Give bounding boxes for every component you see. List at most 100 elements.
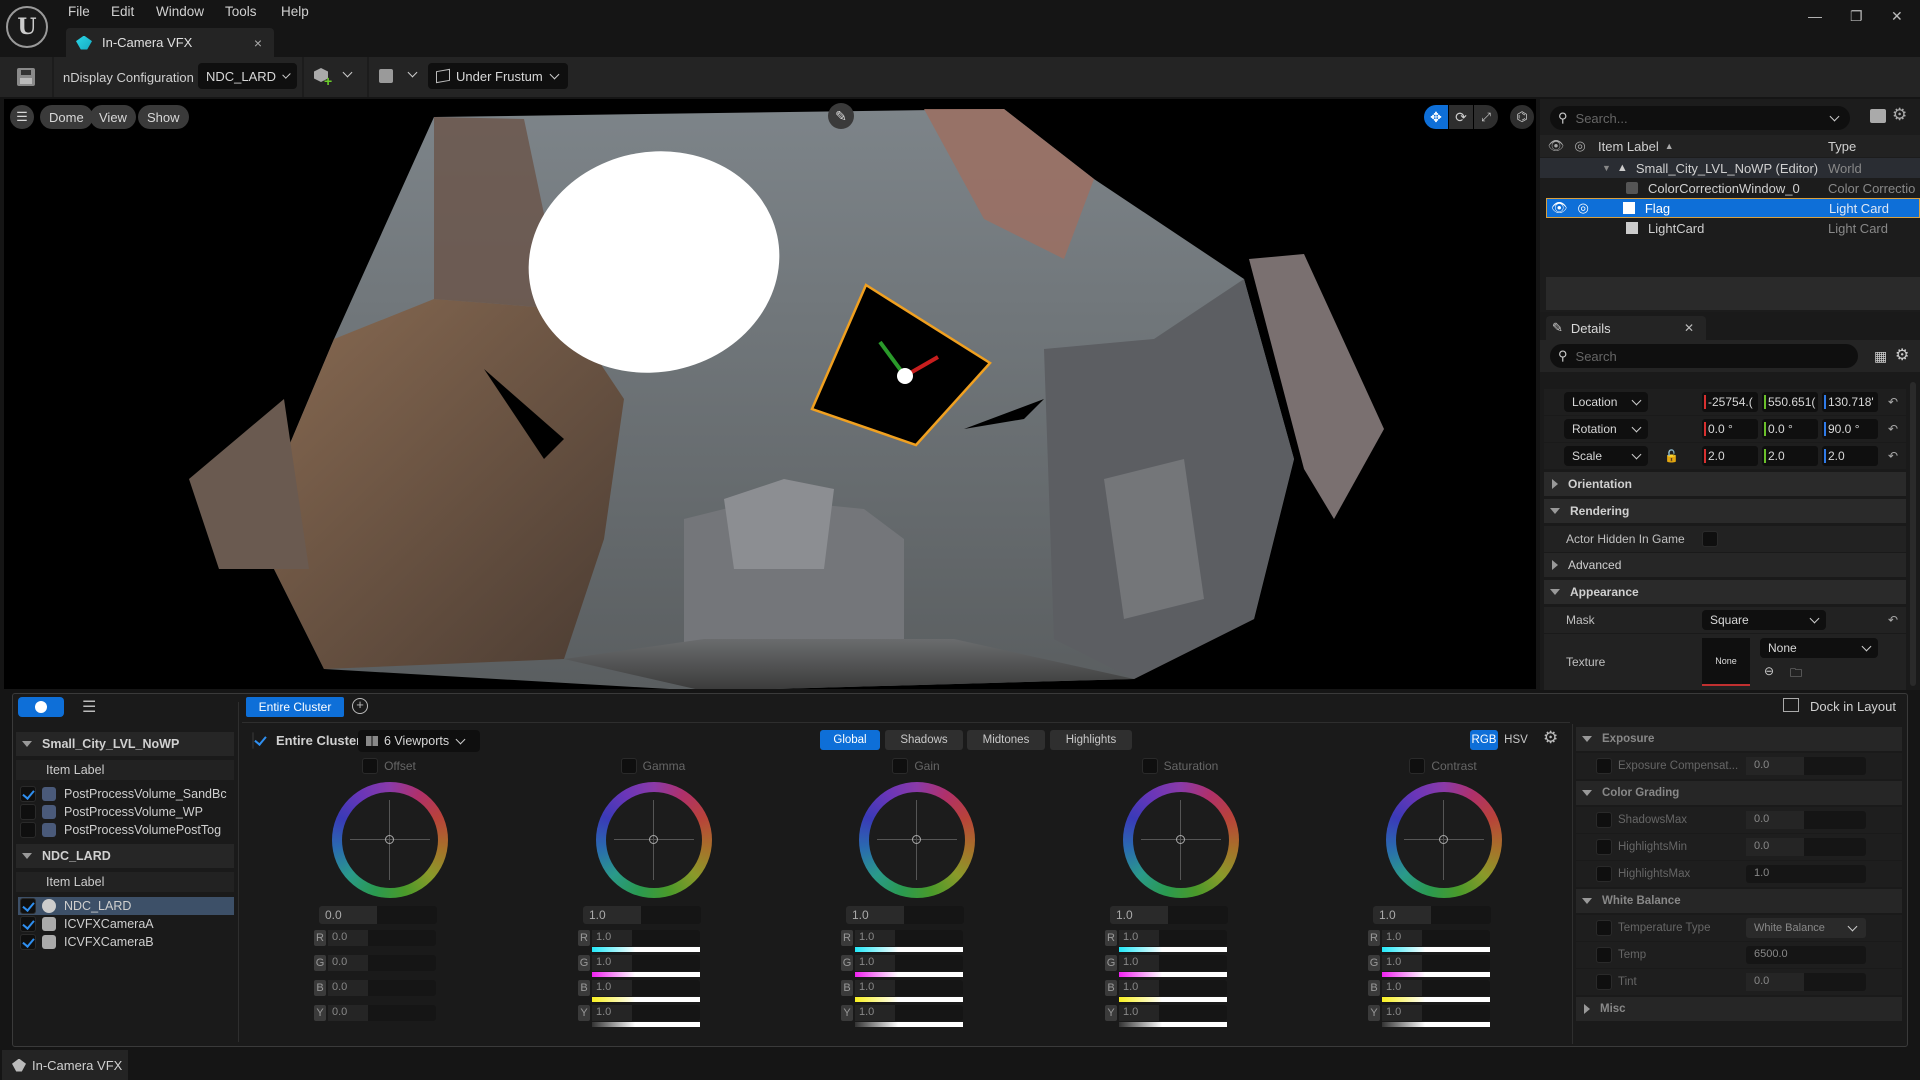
channel-g-gradient-slider[interactable] <box>592 972 700 977</box>
list-item[interactable]: ICVFXCameraA <box>18 915 234 933</box>
menu-edit[interactable]: Edit <box>111 4 134 19</box>
channel-b-gradient-slider[interactable] <box>1119 997 1227 1002</box>
channel-y-gradient-slider[interactable] <box>1382 1022 1490 1027</box>
item-checkbox[interactable] <box>20 786 36 802</box>
list-item[interactable]: PostProcessVolume_SandBc <box>18 785 234 803</box>
item-checkbox[interactable] <box>20 822 36 838</box>
wheel-master-value-field[interactable]: 0.0 <box>319 906 437 924</box>
channel-b-gradient-slider[interactable] <box>855 997 963 1002</box>
details-tab[interactable]: ✎ Details ✕ <box>1546 316 1706 340</box>
channel-r-field[interactable]: 1.0 <box>855 930 963 946</box>
color-wheel-ring[interactable] <box>596 782 712 898</box>
exposure-section-header[interactable]: Exposure <box>1576 727 1902 751</box>
menu-tools[interactable]: Tools <box>225 4 257 19</box>
details-mode-button[interactable]: ☰ <box>82 697 96 717</box>
settings-gear-icon[interactable]: ⚙ <box>1892 105 1907 125</box>
override-checkbox[interactable] <box>1596 866 1612 882</box>
add-folder-icon[interactable] <box>1870 109 1886 123</box>
highlights-max-field[interactable]: 1.0 <box>1746 865 1866 883</box>
override-checkbox[interactable] <box>1596 839 1612 855</box>
rotation-x-field[interactable]: 0.0 ° <box>1702 419 1758 439</box>
game-visibility-icon[interactable]: ◎ <box>1568 138 1592 154</box>
draw-tool-button[interactable]: ✎ <box>828 103 854 129</box>
channel-r-field[interactable]: 1.0 <box>1119 930 1227 946</box>
range-tab-global[interactable]: Global <box>820 730 880 750</box>
item-checkbox[interactable] <box>20 934 36 950</box>
collapse-arrow-icon[interactable]: ▼ <box>1602 163 1611 173</box>
channel-r-gradient-slider[interactable] <box>592 947 700 952</box>
rgb-mode-button[interactable]: RGB <box>1470 730 1498 750</box>
reset-arrow-icon[interactable]: ↶ <box>1888 422 1898 436</box>
save-icon[interactable] <box>17 68 35 86</box>
menu-file[interactable]: File <box>68 4 90 19</box>
outliner-row-selected[interactable]: 👁 ◎ Flag Light Card <box>1546 198 1920 218</box>
settings-gear-icon[interactable]: ⚙ <box>1543 728 1558 748</box>
status-tab[interactable]: In-Camera VFX <box>2 1050 128 1080</box>
outliner-row[interactable]: ▼ ▲ Small_City_LVL_NoWP (Editor) World <box>1540 158 1920 178</box>
wheel-master-value-field[interactable]: 1.0 <box>1373 906 1491 924</box>
override-checkbox[interactable] <box>1596 758 1612 774</box>
channel-r-gradient-slider[interactable] <box>855 947 963 952</box>
channel-y-field[interactable]: 1.0 <box>855 1005 963 1021</box>
channel-b-gradient-slider[interactable] <box>592 997 700 1002</box>
tint-field[interactable]: 0.0 <box>1746 973 1866 991</box>
location-y-field[interactable]: 550.651( <box>1762 392 1818 412</box>
item-label-column-header[interactable]: Item Label <box>46 763 104 777</box>
rotation-type-dropdown[interactable]: Rotation <box>1564 419 1648 439</box>
color-wheel-ring[interactable] <box>859 782 975 898</box>
reset-arrow-icon[interactable]: ↶ <box>1888 395 1898 409</box>
channel-r-gradient-slider[interactable] <box>1382 947 1490 952</box>
channel-b-field[interactable]: 1.0 <box>855 980 963 996</box>
override-checkbox[interactable] <box>1596 947 1612 963</box>
override-checkbox[interactable] <box>1141 758 1158 774</box>
reset-arrow-icon[interactable]: ↶ <box>1888 613 1898 627</box>
rendering-section-header[interactable]: Rendering <box>1544 499 1906 523</box>
override-checkbox[interactable] <box>1596 812 1612 828</box>
entire-cluster-checkbox[interactable] <box>252 732 254 749</box>
override-checkbox[interactable] <box>1409 758 1426 774</box>
temp-field[interactable]: 6500.0 <box>1746 946 1866 964</box>
location-z-field[interactable]: 130.718' <box>1822 392 1878 412</box>
view-menu-button[interactable]: View <box>90 105 136 129</box>
temperature-type-dropdown[interactable]: White Balance <box>1746 918 1866 938</box>
wheel-handle[interactable] <box>1176 835 1185 844</box>
close-window-button[interactable]: ✕ <box>1891 8 1903 25</box>
show-menu-button[interactable]: Show <box>138 105 189 129</box>
unreal-logo[interactable]: U <box>6 6 48 48</box>
wheel-master-value-field[interactable]: 1.0 <box>846 906 964 924</box>
use-selected-asset-icon[interactable]: ⊖ <box>1764 664 1774 678</box>
translate-mode-button[interactable]: ✥ <box>1424 105 1448 129</box>
location-type-dropdown[interactable]: Location <box>1564 392 1648 412</box>
outliner-row[interactable]: ColorCorrectionWindow_0 Color Correctio <box>1540 178 1920 198</box>
item-checkbox[interactable] <box>20 916 36 932</box>
channel-r-gradient-slider[interactable] <box>1119 947 1227 952</box>
dock-in-layout-button[interactable]: Dock in Layout <box>1810 699 1896 714</box>
list-item[interactable]: PostProcessVolume_WP <box>18 803 234 821</box>
details-scrollbar[interactable] <box>1910 382 1916 686</box>
color-wheel-ring[interactable] <box>1123 782 1239 898</box>
game-visibility-icon[interactable]: ◎ <box>1578 200 1589 216</box>
property-matrix-icon[interactable]: ▦ <box>1874 348 1887 365</box>
channel-y-field[interactable]: 1.0 <box>1119 1005 1227 1021</box>
appearance-section-header[interactable]: Appearance <box>1544 580 1906 604</box>
color-grading-section-header[interactable]: Color Grading <box>1576 781 1902 805</box>
color-grading-mode-button[interactable] <box>18 697 64 717</box>
visibility-eye-icon[interactable]: 👁 <box>1551 200 1568 216</box>
channel-y-gradient-slider[interactable] <box>1119 1022 1227 1027</box>
mask-dropdown[interactable]: Square <box>1702 610 1826 630</box>
minimize-button[interactable]: — <box>1808 8 1822 24</box>
wheel-handle[interactable] <box>385 835 394 844</box>
wheel-handle[interactable] <box>1439 835 1448 844</box>
highlights-min-field[interactable]: 0.0 <box>1746 838 1866 856</box>
close-details-icon[interactable]: ✕ <box>1684 321 1694 335</box>
settings-gear-icon[interactable]: ⚙ <box>1895 345 1909 365</box>
wheel-handle[interactable] <box>912 835 921 844</box>
scale-x-field[interactable]: 2.0 <box>1702 446 1758 466</box>
projection-mode-dropdown[interactable]: Under Frustum <box>428 63 568 89</box>
coordinate-space-button[interactable]: ⌬ <box>1510 105 1534 129</box>
channel-g-field[interactable]: 0.0 <box>328 955 436 971</box>
menu-window[interactable]: Window <box>156 4 204 19</box>
reset-arrow-icon[interactable]: ↶ <box>1888 449 1898 463</box>
rotation-z-field[interactable]: 90.0 ° <box>1822 419 1878 439</box>
browse-asset-icon[interactable]: 🗀 <box>1790 664 1802 685</box>
